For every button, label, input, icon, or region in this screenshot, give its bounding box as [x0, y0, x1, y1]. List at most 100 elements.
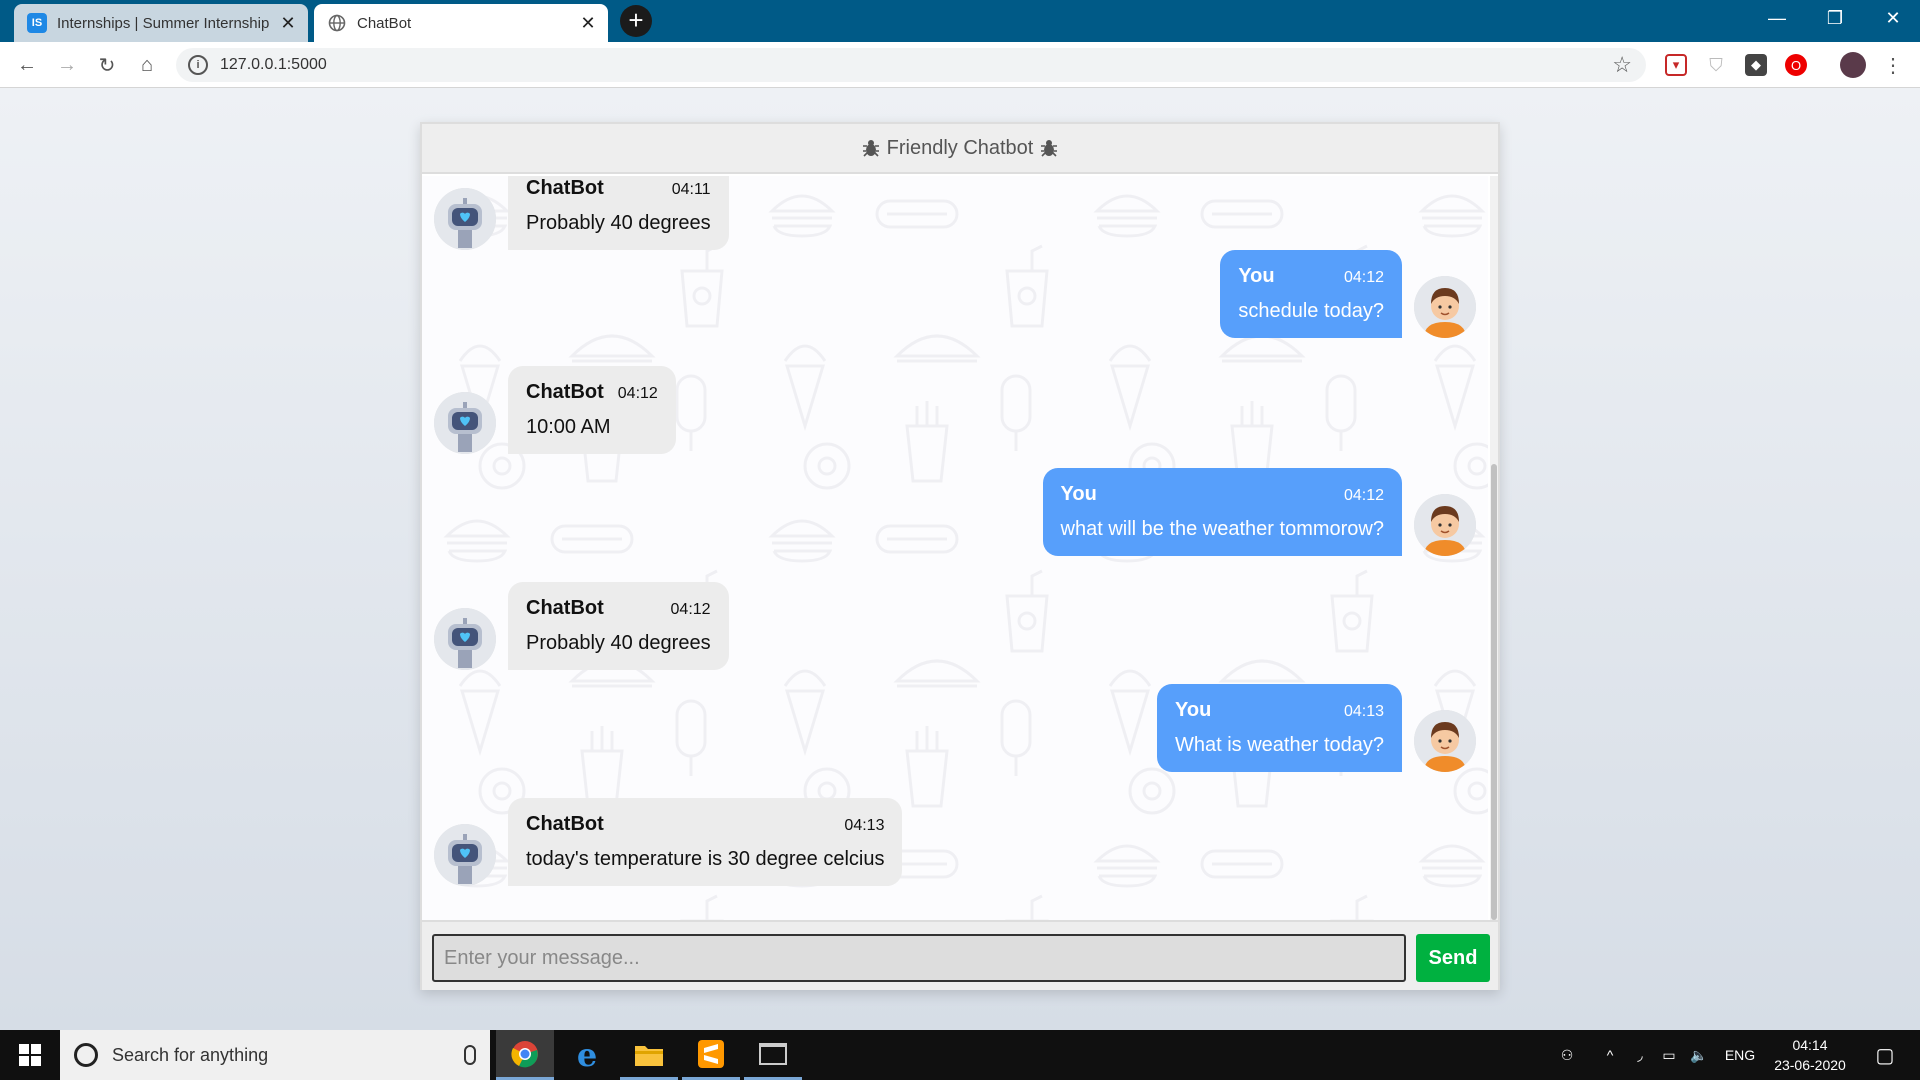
address-bar[interactable]: i 127.0.0.1:5000 ☆ [176, 48, 1646, 82]
user-message: You 04:13 What is weather today? [1157, 684, 1476, 772]
chat-scrollbar[interactable] [1490, 176, 1498, 920]
browser-toolbar: ← → ↻ ⌂ i 127.0.0.1:5000 ☆ ▾ ⛉ ◆ O ⋮ [0, 42, 1920, 88]
message-bubble: You 04:12 schedule today? [1220, 250, 1402, 338]
windows-taskbar: Search for anything e ⚇ ^ ◞ ▭ 🔈 ENG 04:1… [0, 1030, 1920, 1080]
language-indicator[interactable]: ENG [1718, 1030, 1762, 1080]
message-bubble: You 04:12 what will be the weather tommor… [1042, 468, 1402, 556]
clock[interactable]: 04:14 23-06-2020 [1760, 1030, 1860, 1080]
message-time: 04:13 [844, 817, 885, 834]
extension-icon[interactable]: ◆ [1745, 54, 1767, 76]
page-background: Friendly Chatbot ChatBot 04:11 Probably … [0, 88, 1920, 1030]
sender-name: You [1175, 699, 1212, 721]
message-text: Probably 40 degrees [526, 632, 711, 654]
terminal-icon[interactable] [744, 1030, 802, 1080]
microphone-icon[interactable] [464, 1045, 476, 1065]
cortana-icon [74, 1043, 98, 1067]
url-text: 127.0.0.1:5000 [220, 56, 327, 73]
close-window-icon[interactable]: ✕ [1864, 0, 1920, 36]
search-placeholder: Search for anything [112, 1044, 269, 1065]
chat-header: Friendly Chatbot [422, 124, 1498, 174]
message-text: 10:00 AM [526, 416, 611, 438]
close-tab-icon[interactable]: ✕ [576, 13, 600, 34]
pocket-extension-icon[interactable]: ▾ [1665, 54, 1687, 76]
action-center-icon[interactable]: ▢ [1864, 1030, 1906, 1080]
taskbar-search[interactable]: Search for anything [60, 1030, 490, 1080]
reload-icon[interactable]: ↻ [92, 50, 122, 80]
message-bubble: ChatBot 04:11 Probably 40 degrees [508, 176, 729, 250]
bot-avatar [434, 188, 496, 250]
internshala-favicon-icon: IS [27, 13, 47, 33]
message-text: today's temperature is 30 degree celcius [526, 848, 885, 870]
volume-icon[interactable]: 🔈 [1686, 1030, 1712, 1080]
message-bubble: ChatBot 04:12 10:00 AM [508, 366, 676, 454]
clock-date: 23-06-2020 [1774, 1057, 1846, 1073]
message-bubble: ChatBot 04:12 Probably 40 degrees [508, 582, 729, 670]
chrome-icon[interactable] [496, 1030, 554, 1080]
chat-title: Friendly Chatbot [886, 136, 1034, 159]
bot-message: ChatBot 04:13 today's temperature is 30 d… [434, 798, 903, 886]
back-icon[interactable]: ← [12, 50, 42, 80]
file-explorer-icon[interactable] [620, 1030, 678, 1080]
show-hidden-icons[interactable]: ^ [1598, 1030, 1622, 1080]
user-avatar [1414, 276, 1476, 338]
sender-name: ChatBot [526, 597, 604, 619]
menu-icon[interactable]: ⋮ [1882, 54, 1904, 77]
profile-avatar[interactable] [1840, 52, 1866, 78]
shield-extension-icon[interactable]: ⛉ [1705, 54, 1727, 76]
tab-title: ChatBot [357, 14, 412, 32]
message-time: 04:11 [671, 181, 711, 198]
message-input[interactable] [432, 934, 1406, 982]
bot-avatar [434, 608, 496, 670]
new-tab-button[interactable]: + [620, 5, 652, 37]
home-icon[interactable]: ⌂ [132, 50, 162, 80]
sender-name: ChatBot [526, 813, 604, 835]
message-text: what will be the weather tommorow? [1060, 518, 1384, 540]
bug-icon [1041, 140, 1058, 157]
clock-time: 04:14 [1792, 1037, 1828, 1053]
user-message: You 04:12 what will be the weather tommor… [1042, 468, 1476, 556]
people-icon[interactable]: ⚇ [1552, 1030, 1582, 1080]
message-text: What is weather today? [1175, 734, 1384, 756]
user-avatar [1414, 710, 1476, 772]
bot-message: ChatBot 04:11 Probably 40 degrees [434, 176, 729, 250]
message-time: 04:12 [617, 385, 658, 402]
battery-icon[interactable]: ▭ [1656, 1030, 1682, 1080]
forward-icon[interactable]: → [52, 50, 82, 80]
message-time: 04:13 [1343, 703, 1384, 720]
message-time: 04:12 [1343, 487, 1384, 504]
message-text: Probably 40 degrees [526, 212, 711, 234]
bot-message: ChatBot 04:12 10:00 AM [434, 366, 676, 454]
sender-name: ChatBot [526, 177, 604, 199]
send-button[interactable]: Send [1416, 934, 1490, 982]
user-message: You 04:12 schedule today? [1220, 250, 1476, 338]
message-bubble: You 04:13 What is weather today? [1157, 684, 1402, 772]
sender-name: You [1060, 483, 1097, 505]
edge-icon[interactable]: e [558, 1030, 616, 1080]
tab-internships[interactable]: IS Internships | Summer Internship ✕ [14, 4, 308, 42]
message-bubble: ChatBot 04:13 today's temperature is 30 d… [508, 798, 903, 886]
scrollbar-thumb[interactable] [1491, 464, 1497, 920]
chat-messages[interactable]: ChatBot 04:11 Probably 40 degrees You 04:1… [422, 176, 1488, 920]
windows-start-icon[interactable] [0, 1030, 60, 1080]
site-info-icon[interactable]: i [188, 55, 208, 75]
bookmark-star-icon[interactable]: ☆ [1612, 52, 1632, 78]
message-time: 04:12 [670, 601, 711, 618]
sender-name: ChatBot [526, 381, 604, 403]
sender-name: You [1238, 265, 1275, 287]
minimize-icon[interactable]: — [1748, 0, 1806, 36]
message-input-area: Send [422, 920, 1498, 990]
tab-chatbot[interactable]: ChatBot ✕ [314, 4, 608, 42]
bug-icon [862, 140, 879, 157]
restore-icon[interactable]: ❐ [1806, 0, 1864, 36]
opera-extension-icon[interactable]: O [1785, 54, 1807, 76]
user-avatar [1414, 494, 1476, 556]
wifi-icon[interactable]: ◞ [1628, 1030, 1652, 1080]
tab-title: Internships | Summer Internship [57, 14, 270, 32]
message-time: 04:12 [1343, 269, 1384, 286]
globe-icon [327, 13, 347, 33]
chat-window: Friendly Chatbot ChatBot 04:11 Probably … [420, 122, 1500, 990]
sublime-text-icon[interactable] [682, 1030, 740, 1080]
browser-tabstrip: IS Internships | Summer Internship ✕ Cha… [0, 0, 1920, 42]
message-text: schedule today? [1238, 300, 1384, 322]
close-tab-icon[interactable]: ✕ [276, 13, 300, 34]
